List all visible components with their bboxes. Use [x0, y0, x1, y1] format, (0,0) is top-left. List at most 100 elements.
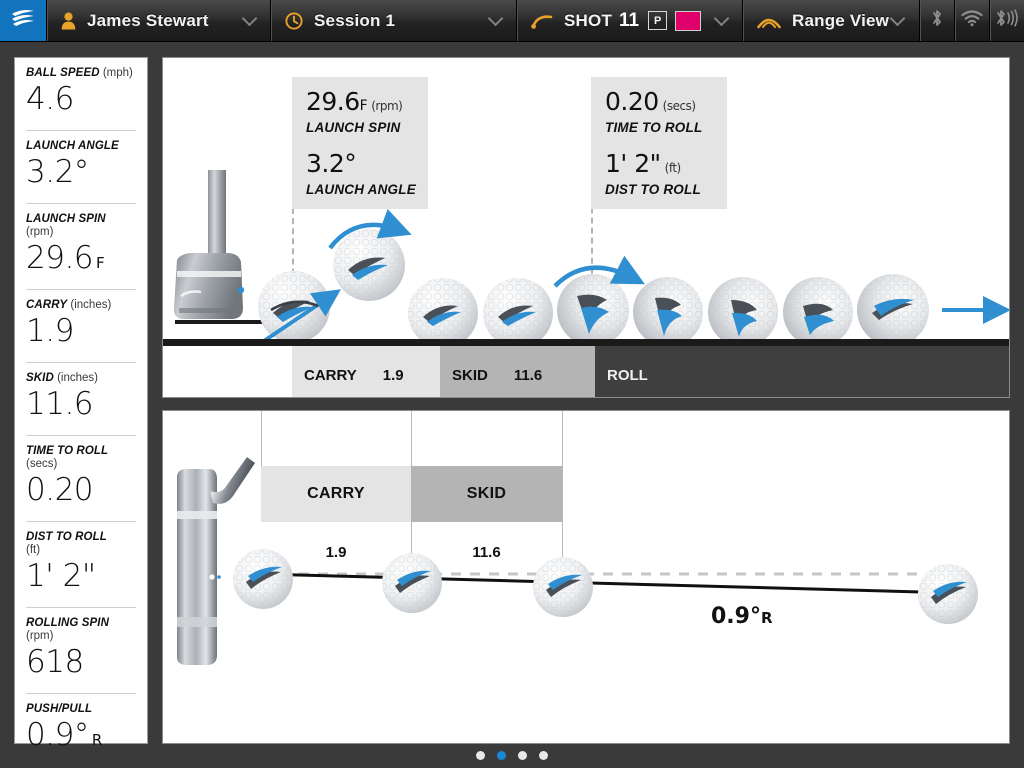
top-view-path — [233, 549, 978, 624]
ball-3 — [408, 278, 478, 348]
ground-line — [163, 339, 1009, 346]
stat-rolling-spin: ROLLING SPIN (rpm) 618 — [26, 608, 136, 694]
stat-name: TIME TO ROLL — [26, 445, 109, 457]
segment-carry: CARRY 1.9 — [292, 346, 440, 397]
segment-roll-label: ROLL — [607, 366, 648, 384]
stat-unit: (rpm) — [26, 630, 54, 642]
chevron-down-icon[interactable] — [891, 17, 904, 25]
stat-label: CARRY (inches) — [26, 299, 136, 312]
side-view-panel[interactable]: 29.6F (rpm) LAUNCH SPIN 3.2° LAUNCH ANGLE… — [162, 57, 1010, 398]
phase-segment-bar: CARRY 1.9 SKID 11.6 ROLL — [292, 346, 1009, 397]
stat-value-number: 1' 2" — [26, 558, 96, 594]
stat-value: 11.6 — [26, 386, 136, 427]
stat-value-number: 1.9 — [26, 313, 74, 349]
stat-label: TIME TO ROLL (secs) — [26, 445, 136, 471]
top-ball-2 — [382, 553, 442, 613]
bluetooth-signal-status-button[interactable] — [989, 0, 1024, 41]
stat-name: DIST TO ROLL — [26, 531, 107, 543]
stat-value-number: 0.20 — [26, 472, 94, 508]
ball-8 — [783, 277, 853, 347]
chevron-down-icon[interactable] — [715, 17, 728, 25]
pagination-dot-3[interactable] — [518, 751, 527, 760]
range-arc-icon — [757, 13, 781, 29]
app-root: James Stewart Session 1 SHOT 11 P Range … — [0, 0, 1024, 768]
chevron-down-icon[interactable] — [243, 17, 256, 25]
clock-icon — [285, 11, 303, 30]
topbar-shot-number: 11 — [619, 9, 640, 31]
ball-1 — [258, 271, 341, 345]
bluetooth-icon — [930, 8, 944, 33]
stat-label: PUSH/PULL — [26, 703, 136, 716]
ball-6 — [633, 277, 703, 347]
top-ball-3 — [533, 557, 593, 617]
stat-launch-angle: LAUNCH ANGLE 3.2° — [26, 131, 136, 204]
top-bar: James Stewart Session 1 SHOT 11 P Range … — [0, 0, 1024, 42]
segment-carry-value: 1.9 — [382, 366, 404, 384]
stat-value-number: 29.6 — [26, 240, 94, 276]
topbar-shot-label: SHOT — [564, 10, 613, 30]
stat-value-number: 0.9° — [26, 717, 89, 753]
chevron-down-icon[interactable] — [489, 17, 502, 25]
pagination-dot-1[interactable] — [476, 751, 485, 760]
wifi-status-button[interactable] — [954, 0, 989, 41]
stat-label: DIST TO ROLL (ft) — [26, 531, 136, 557]
stat-name: PUSH/PULL — [26, 703, 93, 715]
stat-name: SKID — [26, 372, 54, 384]
app-logo-button[interactable] — [0, 0, 46, 41]
bluetooth-signal-icon — [996, 8, 1018, 33]
pagination-dot-2[interactable] — [497, 751, 506, 760]
stat-name: BALL SPEED — [26, 67, 100, 79]
stat-label: SKID (inches) — [26, 372, 136, 385]
stat-unit: (mph) — [102, 67, 133, 79]
pagination-dot-4[interactable] — [539, 751, 548, 760]
ball-4 — [483, 278, 553, 348]
segment-carry-label: CARRY — [304, 366, 357, 384]
topbar-user-selector[interactable]: James Stewart — [46, 0, 270, 41]
topbar-user-label: James Stewart — [87, 10, 209, 30]
pagination-dots — [0, 751, 1024, 760]
swing-logo-icon — [9, 6, 37, 35]
topbar-session-selector[interactable]: Session 1 — [270, 0, 516, 41]
swing-arc-icon — [531, 13, 553, 29]
stat-label: LAUNCH ANGLE — [26, 140, 136, 153]
topbar-session-label: Session 1 — [314, 10, 396, 30]
stat-label: ROLLING SPIN (rpm) — [26, 617, 136, 643]
ball-9 — [857, 274, 929, 346]
segment-roll: ROLL — [595, 346, 1009, 397]
stat-name: ROLLING SPIN — [26, 617, 109, 629]
bluetooth-status-button[interactable] — [919, 0, 954, 41]
push-pull-angle-value: 0.9° — [711, 604, 761, 629]
shot-type-badge: P — [648, 11, 668, 30]
segment-skid-label: SKID — [452, 366, 488, 384]
stat-launch-spin: LAUNCH SPIN (rpm) 29.6 F — [26, 204, 136, 290]
stat-value: 3.2° — [26, 154, 136, 195]
ball-5 — [553, 255, 645, 346]
stat-time-to-roll: TIME TO ROLL (secs) 0.20 — [26, 436, 136, 522]
top-view-panel[interactable]: CARRY SKID 1.9 11.6 0.9°R — [162, 410, 1010, 744]
stat-value: 29.6 F — [26, 240, 136, 281]
stat-ball-speed: BALL SPEED (mph) 4.6 — [26, 58, 136, 131]
shot-color-swatch[interactable] — [675, 10, 702, 31]
segment-skid: SKID 11.6 — [440, 346, 595, 397]
stat-value-number: 3.2° — [26, 154, 89, 190]
push-pull-angle-label: 0.9°R — [711, 604, 773, 629]
push-pull-angle-dir: R — [760, 609, 773, 627]
ball-7 — [708, 277, 778, 347]
stat-value-number: 618 — [26, 644, 84, 680]
stats-sidebar: BALL SPEED (mph) 4.6 LAUNCH ANGLE 3.2° L… — [14, 57, 148, 753]
stat-unit: (inches) — [57, 372, 98, 384]
stat-unit: (rpm) — [26, 226, 54, 238]
top-ball-4 — [918, 564, 978, 624]
topbar-view-label: Range View — [792, 10, 890, 30]
user-icon — [61, 12, 76, 30]
topbar-view-selector[interactable]: Range View — [742, 0, 918, 41]
stat-value-number: 11.6 — [26, 386, 94, 422]
stat-value-suffix: F — [96, 254, 105, 272]
stat-carry: CARRY (inches) 1.9 — [26, 290, 136, 363]
stat-value: 0.20 — [26, 472, 136, 513]
stat-value: 1' 2" — [26, 558, 136, 599]
stat-value: 4.6 — [26, 81, 136, 122]
stat-value: 1.9 — [26, 313, 136, 354]
topbar-shot-selector[interactable]: SHOT 11 P — [516, 0, 742, 41]
stat-value-number: 4.6 — [26, 81, 74, 117]
